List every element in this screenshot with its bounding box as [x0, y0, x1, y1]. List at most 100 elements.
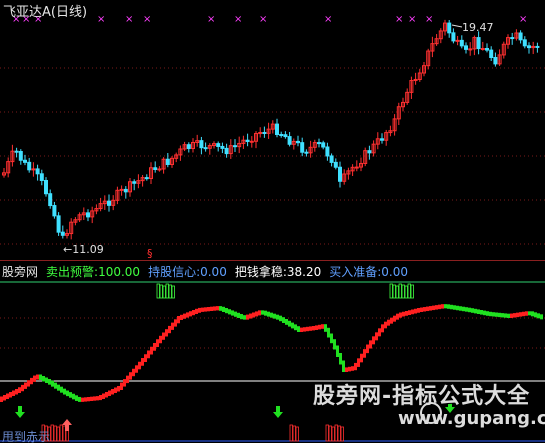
price-candle [287, 136, 292, 145]
indicator-step-bar [264, 310, 267, 316]
price-candle [249, 140, 254, 143]
indicator-step-bar [429, 306, 432, 311]
panel-separator[interactable] [0, 260, 545, 261]
sell-signal-bar [404, 285, 408, 299]
indicator-step-bar [222, 306, 225, 312]
signal-cross-icon: × [408, 14, 416, 25]
indicator-step-bar [180, 314, 183, 320]
price-candle [39, 173, 44, 181]
price-candle [14, 150, 19, 153]
indicator-step-bar [471, 308, 474, 313]
indicator-step-bar [312, 326, 315, 331]
sell-warning-label: 卖出预警: [46, 265, 99, 279]
sell-signal-bar [168, 284, 172, 299]
indicator-step-bar [324, 324, 327, 332]
indicator-step-bar [345, 367, 348, 372]
price-candle [296, 140, 300, 144]
indicator-step-bar [15, 389, 18, 395]
signal-cross-icon: × [395, 14, 403, 25]
stock-chart-canvas: 19.47←11.09 §× × × × × × × × × × × × × × [0, 14, 545, 442]
signal-cross-icon: × [519, 14, 527, 25]
price-candle [468, 48, 473, 51]
indicator-step-bar [153, 343, 156, 351]
price-candle [367, 150, 372, 154]
indicator-step-bar [96, 396, 99, 401]
sell-signal-bar [171, 285, 175, 299]
sell-signal-bar [395, 285, 399, 299]
indicator-step-bar [405, 311, 408, 316]
indicator-step-bar [60, 386, 63, 393]
hold-money-value: 38.20 [286, 265, 322, 279]
price-candle [35, 168, 40, 175]
price-candle [489, 49, 494, 59]
signal-cross-icon: × [234, 14, 242, 25]
indicator-step-bar [444, 304, 447, 309]
indicator-step-bar [111, 389, 114, 395]
price-candle [157, 168, 162, 171]
price-candle [220, 145, 225, 149]
indicator-step-bar [84, 397, 87, 402]
indicator-step-bar [516, 312, 519, 318]
sell-signal-bar [162, 285, 166, 299]
indicator-step-bar [441, 304, 444, 309]
indicator-step-bar [267, 311, 270, 317]
indicator-step-bar [285, 319, 288, 325]
indicator-step-bar [402, 311, 405, 317]
indicator-step-bar [171, 322, 174, 330]
indicator-step-bar [192, 310, 195, 316]
buy-prepare-value: 0.00 [381, 265, 408, 279]
price-candle [480, 48, 485, 51]
price-candle [199, 140, 204, 149]
price-candle [476, 37, 481, 50]
indicator-step-bar [75, 395, 78, 401]
sell-signal-bar [165, 283, 169, 299]
buy-prepare-label: 买入准备: [329, 265, 382, 279]
indicator-step-bar [39, 374, 42, 380]
price-candle [317, 142, 321, 145]
stock-name: 飞亚达A [3, 5, 51, 20]
buy-signal-bar [50, 424, 54, 442]
price-candle [186, 144, 191, 149]
indicator-step-bar [327, 327, 330, 338]
price-candle [527, 45, 531, 49]
indicator-step-bar [240, 314, 243, 320]
indicator-step-bar [147, 350, 150, 359]
signal-cross-icon: × [125, 14, 133, 25]
price-candle [275, 123, 279, 136]
indicator-step-bar [366, 344, 369, 354]
price-candle [279, 134, 284, 137]
price-candle [522, 39, 527, 47]
price-candle [48, 193, 53, 207]
indicator-step-bar [165, 329, 168, 337]
indicator-step-bar [3, 395, 6, 401]
indicator-step-bar [426, 306, 429, 312]
price-candle [233, 145, 237, 148]
indicator-step-bar [387, 319, 390, 326]
sell-signal-bar [389, 283, 393, 299]
indicator-step-bar [297, 326, 300, 332]
buy-signal-bar [325, 424, 329, 442]
indicator-step-bar [378, 328, 381, 337]
hold-confidence-readout: 持股信心:0.00 [148, 263, 227, 279]
indicator-step-bar [291, 322, 294, 329]
sell-signal-bar [407, 283, 411, 299]
indicator-step-bar [261, 310, 264, 315]
indicator-step-bar [531, 311, 534, 317]
indicator-step-bar [408, 310, 411, 315]
chart-window: { "header": { "title": "飞亚达A", "period":… [0, 0, 545, 443]
price-candle [165, 158, 170, 165]
sell-signal-bar [156, 283, 160, 299]
sell-signal-bar [410, 284, 414, 299]
indicator-step-bar [510, 313, 513, 318]
indicator-step-bar [432, 305, 435, 311]
indicator-step-bar [108, 390, 111, 396]
indicator-step-bar [381, 324, 384, 333]
indicator-step-bar [498, 312, 501, 318]
buy-signal-bar [337, 425, 341, 442]
price-candle [354, 166, 359, 169]
down-arrow-icon [273, 406, 283, 418]
price-candle [123, 188, 128, 193]
price-candle [153, 167, 158, 170]
price-candle [380, 138, 384, 141]
price-candle [56, 215, 61, 233]
